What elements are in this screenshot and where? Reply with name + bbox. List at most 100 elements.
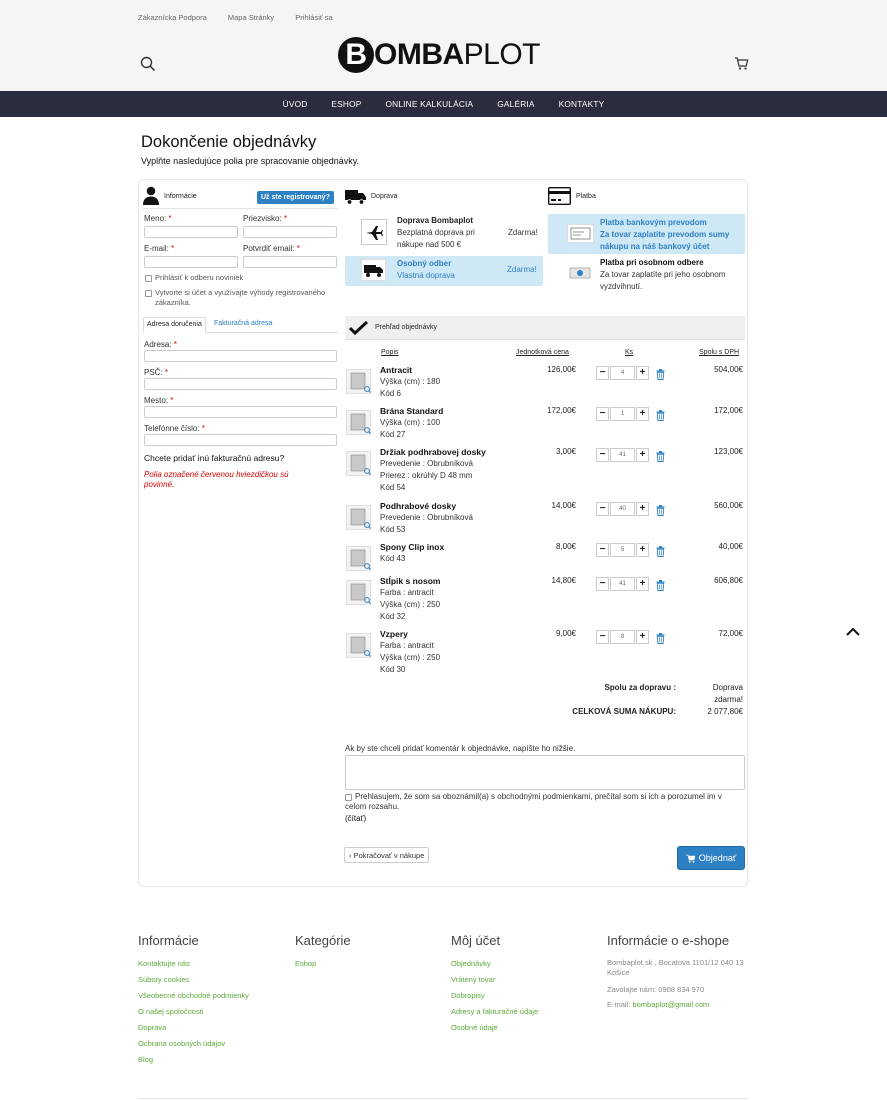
trash-icon[interactable] (656, 451, 665, 462)
increase-button[interactable]: + (636, 448, 649, 462)
chevron-up-icon[interactable] (845, 626, 861, 638)
trash-icon[interactable] (656, 410, 665, 421)
item-unit-price: 126,00€ (547, 365, 576, 374)
quantity-stepper: − 5 + (596, 543, 650, 557)
phone-field[interactable] (144, 434, 337, 446)
trash-icon[interactable] (656, 369, 665, 380)
cart-icon[interactable] (734, 56, 749, 71)
decrease-button[interactable]: − (596, 577, 609, 591)
quantity-input[interactable]: 41 (610, 577, 635, 591)
item-desc-line: Výška (cm) : 100 (380, 418, 441, 427)
footer-link[interactable]: Kontaktujte nás (138, 956, 249, 972)
item-total-price: 72,00€ (718, 629, 743, 638)
footer-link[interactable]: Ochrana osobných údajov (138, 1036, 249, 1052)
decrease-button[interactable]: − (596, 366, 609, 380)
trash-icon[interactable] (656, 633, 665, 644)
product-thumbnail[interactable] (346, 580, 371, 605)
product-thumbnail[interactable] (346, 505, 371, 530)
user-icon (143, 186, 159, 205)
footer-link[interactable]: Dobropisy (451, 988, 538, 1004)
footer-link[interactable]: Všeobecné obchodné podmienky (138, 988, 249, 1004)
increase-button[interactable]: + (636, 366, 649, 380)
decrease-button[interactable]: − (596, 543, 609, 557)
increase-button[interactable]: + (636, 407, 649, 421)
tab-delivery-address[interactable]: Adresa doručenia (143, 317, 206, 333)
quantity-stepper: − 4 + (596, 366, 650, 380)
support-link[interactable]: Zákaznícka Podpora (138, 13, 207, 22)
item-unit-price: 14,00€ (551, 501, 576, 510)
col-unit-price: Jednotková cena (516, 349, 569, 356)
continue-shopping-button[interactable]: ‹ Pokračovať v nákupe (344, 847, 430, 863)
trash-icon[interactable] (656, 580, 665, 591)
decrease-button[interactable]: − (596, 630, 609, 644)
footer-link[interactable]: Blog (138, 1052, 249, 1068)
email-field[interactable] (144, 256, 238, 268)
footer-link[interactable]: Eshop (295, 956, 316, 972)
quantity-input[interactable]: 5 (610, 543, 635, 557)
product-thumbnail[interactable] (346, 546, 371, 571)
quantity-input[interactable]: 41 (610, 448, 635, 462)
quantity-input[interactable]: 8 (610, 630, 635, 644)
item-description: Prevedenie : Obrubníková Kód 53 (380, 512, 473, 536)
item-name: Podhrabové dosky (380, 501, 457, 511)
shipping-title: Doprava (371, 193, 398, 200)
create-account-checkbox[interactable] (145, 290, 152, 297)
name-field[interactable] (144, 226, 238, 238)
item-total-price: 172,00€ (714, 406, 743, 415)
increase-button[interactable]: + (636, 577, 649, 591)
other-invoice-link[interactable]: Chcete pridať inú fakturačnú adresu? (144, 453, 284, 463)
increase-button[interactable]: + (636, 502, 649, 516)
tab-invoice-address[interactable]: Fakturačná adresa (211, 317, 275, 333)
footer-link[interactable]: Doprava (138, 1020, 249, 1036)
newsletter-checkbox[interactable] (145, 275, 152, 282)
quantity-input[interactable]: 1 (610, 407, 635, 421)
footer-link[interactable]: Súbory cookies (138, 972, 249, 988)
zip-label: PSČ: * (144, 368, 169, 377)
decrease-button[interactable]: − (596, 407, 609, 421)
product-thumbnail[interactable] (346, 410, 371, 435)
email-label: E-mail: * (144, 244, 175, 253)
nav-kontakty[interactable]: KONTAKTY (559, 99, 605, 109)
sitemap-link[interactable]: Mapa Stránky (228, 13, 274, 22)
order-overview-title: Prehľad objednávky (375, 324, 437, 331)
nav-eshop[interactable]: ESHOP (331, 99, 361, 109)
shipping-total-value-1: Doprava (712, 683, 743, 692)
nav-uvod[interactable]: ÚVOD (283, 99, 308, 109)
decrease-button[interactable]: − (596, 448, 609, 462)
product-thumbnail[interactable] (346, 451, 371, 476)
product-thumbnail[interactable] (346, 633, 371, 658)
trash-icon[interactable] (656, 505, 665, 516)
footer-link[interactable]: Objednávky (451, 956, 538, 972)
item-desc-line: Výška (cm) : 180 (380, 377, 441, 386)
bombaplot-logo[interactable]: B OMBA PLOT (338, 36, 541, 74)
increase-button[interactable]: + (636, 543, 649, 557)
item-desc-line: Farba : antracit (380, 588, 434, 597)
product-thumbnail[interactable] (346, 369, 371, 394)
footer-link[interactable]: Vrátený tovar (451, 972, 538, 988)
comment-textarea[interactable] (345, 755, 745, 790)
surname-field[interactable] (243, 226, 337, 238)
trash-icon[interactable] (656, 546, 665, 557)
decrease-button[interactable]: − (596, 502, 609, 516)
login-link[interactable]: Prihlásiť sa (295, 13, 332, 22)
zip-field[interactable] (144, 378, 337, 390)
plane-icon (361, 219, 387, 245)
nav-kalkulacia[interactable]: ONLINE KALKULÁCIA (385, 99, 473, 109)
footer-categories-links: Eshop (295, 956, 316, 972)
quantity-input[interactable]: 40 (610, 502, 635, 516)
footer-link[interactable]: Adresy a fakturačné údaje (451, 1004, 538, 1020)
nav-galeria[interactable]: GALÉRIA (497, 99, 534, 109)
terms-read-link[interactable]: (čítať) (345, 814, 366, 823)
email-confirm-field[interactable] (243, 256, 337, 268)
footer-link[interactable]: Osobné údaje (451, 1020, 538, 1036)
already-registered-button[interactable]: Už ste registrovaný? (257, 191, 334, 204)
footer-link[interactable]: O našej spoločnosti (138, 1004, 249, 1020)
address-field[interactable] (144, 350, 337, 362)
place-order-button[interactable]: Objednať (677, 846, 745, 870)
search-icon[interactable] (140, 56, 156, 72)
city-field[interactable] (144, 406, 337, 418)
quantity-input[interactable]: 4 (610, 366, 635, 380)
footer-categories-title: Kategórie (295, 933, 351, 948)
increase-button[interactable]: + (636, 630, 649, 644)
shipping-total-value-2: zdarma! (714, 695, 743, 704)
